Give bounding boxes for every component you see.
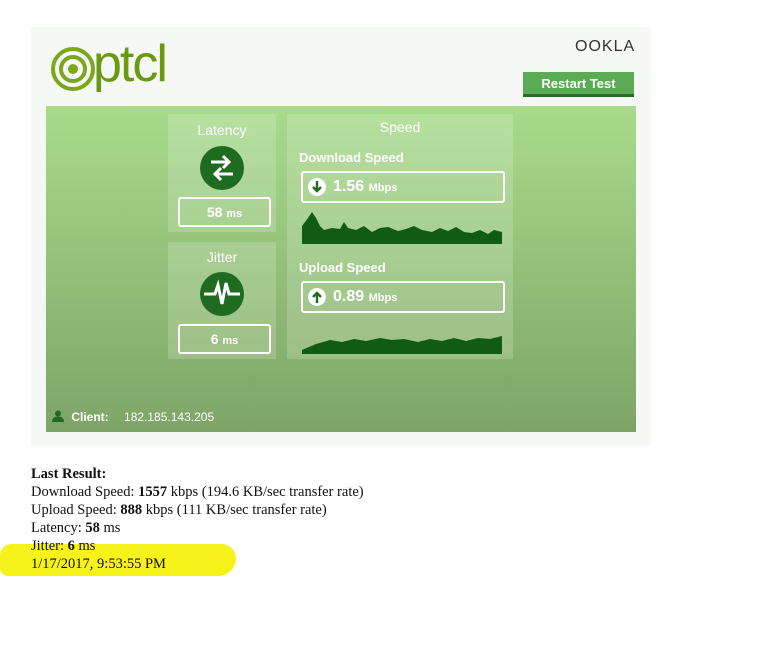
speed-card: Speed Download Speed 1.56 Mbps Upload Sp… — [287, 114, 513, 359]
latency-prefix: Latency: — [31, 520, 86, 536]
jitter-suffix: ms — [74, 538, 96, 554]
results-panel: Latency 58 ms Jitter 6 ms Speed Download… — [46, 106, 636, 432]
jitter-prefix: Jitter: — [31, 538, 68, 554]
jitter-card: Jitter 6 ms — [168, 242, 276, 359]
upload-arrow-icon — [308, 288, 326, 306]
last-result-timestamp: 1/17/2017, 9:53:55 PM — [31, 556, 166, 572]
latency-ms: 58 — [85, 520, 100, 536]
client-ip: 182.185.143.205 — [124, 410, 215, 424]
ookla-logo: OOKLA — [575, 38, 636, 55]
last-result: Last Result: Download Speed: 1557 kbps (… — [31, 465, 364, 573]
last-result-latency: Latency: 58 ms — [31, 519, 364, 537]
last-result-download: Download Speed: 1557 kbps (194.6 KB/sec … — [31, 483, 364, 501]
download-sparkline — [302, 212, 502, 244]
latency-number: 58 — [206, 204, 223, 220]
arrows-exchange-icon — [200, 146, 244, 190]
download-prefix: Download Speed: — [31, 484, 139, 500]
ptcl-swirl-icon — [51, 47, 95, 91]
upload-speed-label: Upload Speed — [299, 260, 386, 275]
speed-title: Speed — [379, 119, 421, 135]
upload-sparkline — [302, 336, 502, 354]
upload-speed-unit: Mbps — [368, 292, 398, 304]
download-speed-box: 1.56 Mbps — [301, 171, 505, 203]
last-result-jitter: Jitter: 6 ms — [31, 537, 364, 555]
download-speed-unit: Mbps — [368, 182, 398, 194]
jitter-value: 6 ms — [178, 324, 271, 354]
latency-title: Latency — [197, 122, 247, 138]
jitter-number: 6 — [210, 331, 219, 347]
user-icon — [52, 410, 64, 422]
ptcl-logo: ptcl — [51, 35, 171, 96]
download-arrow-icon — [308, 178, 326, 196]
jitter-ms: 6 — [67, 538, 75, 554]
upload-prefix: Upload Speed: — [31, 502, 121, 518]
latency-unit: ms — [226, 208, 243, 220]
latency-value: 58 ms — [178, 197, 271, 227]
pulse-icon — [200, 272, 244, 316]
last-result-upload: Upload Speed: 888 kbps (111 KB/sec trans… — [31, 501, 364, 519]
upload-speed-value: 0.89 — [333, 288, 365, 305]
latency-card: Latency 58 ms — [168, 114, 276, 232]
jitter-title: Jitter — [206, 249, 238, 265]
download-kbps: 1557 — [138, 484, 168, 500]
last-result-heading: Last Result: — [31, 466, 107, 482]
download-speed-label: Download Speed — [299, 150, 404, 165]
client-info: Client: 182.185.143.205 — [52, 410, 214, 424]
ptcl-wordmark: ptcl — [93, 35, 168, 93]
client-label: Client: — [71, 410, 109, 424]
download-suffix: kbps (194.6 KB/sec transfer rate) — [167, 484, 364, 500]
upload-speed-box: 0.89 Mbps — [301, 281, 505, 313]
upload-kbps: 888 — [120, 502, 143, 518]
upload-suffix: kbps (111 KB/sec transfer rate) — [142, 502, 327, 518]
latency-suffix: ms — [99, 520, 121, 536]
download-speed-value: 1.56 — [333, 178, 365, 195]
restart-test-button[interactable]: Restart Test — [523, 72, 634, 97]
jitter-unit: ms — [222, 335, 239, 347]
